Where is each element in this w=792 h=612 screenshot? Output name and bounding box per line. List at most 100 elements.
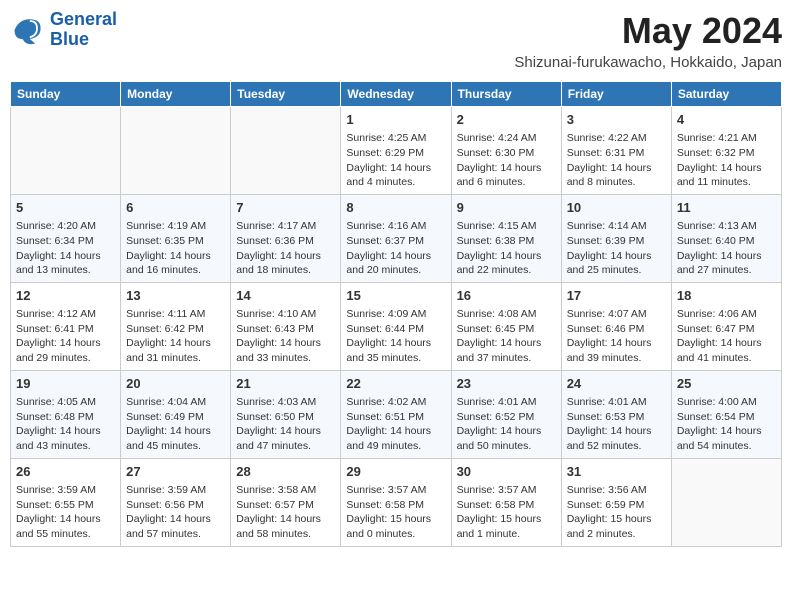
calendar-day-27: 27 Sunrise: 3:59 AM Sunset: 6:56 PM Dayli…: [121, 458, 231, 546]
day-number: 25: [677, 375, 776, 393]
day-number: 1: [346, 111, 445, 129]
day-info: Sunrise: 3:57 AM Sunset: 6:58 PM Dayligh…: [346, 483, 445, 542]
day-number: 9: [457, 199, 556, 217]
col-header-friday: Friday: [561, 82, 671, 107]
calendar-week-row: 5Sunrise: 4:20 AM Sunset: 6:34 PM Daylig…: [11, 194, 782, 282]
calendar-week-row: 19 Sunrise: 4:05 AM Sunset: 6:48 PM Dayli…: [11, 370, 782, 458]
day-info: Sunrise: 4:04 AM Sunset: 6:49 PM Dayligh…: [126, 395, 225, 454]
day-number: 17: [567, 287, 666, 305]
calendar-empty-cell: [121, 107, 231, 195]
day-info: Sunrise: 3:56 AM Sunset: 6:59 PM Dayligh…: [567, 483, 666, 542]
day-info: Sunrise: 4:01 AM Sunset: 6:52 PM Dayligh…: [457, 395, 556, 454]
calendar-table: SundayMondayTuesdayWednesdayThursdayFrid…: [10, 81, 782, 547]
calendar-day-19: 19 Sunrise: 4:05 AM Sunset: 6:48 PM Dayli…: [11, 370, 121, 458]
day-number: 4: [677, 111, 776, 129]
title-block: May 2024 Shizunai-furukawacho, Hokkaido,…: [514, 10, 782, 71]
col-header-thursday: Thursday: [451, 82, 561, 107]
day-number: 30: [457, 463, 556, 481]
day-number: 12: [16, 287, 115, 305]
col-header-saturday: Saturday: [671, 82, 781, 107]
day-info: Sunrise: 4:03 AM Sunset: 6:50 PM Dayligh…: [236, 395, 335, 454]
month-title: May 2024: [514, 10, 782, 52]
calendar-day-11: 11 Sunrise: 4:13 AM Sunset: 6:40 PM Dayli…: [671, 194, 781, 282]
calendar-day-6: 6Sunrise: 4:19 AM Sunset: 6:35 PM Daylig…: [121, 194, 231, 282]
day-number: 24: [567, 375, 666, 393]
calendar-day-31: 31Sunrise: 3:56 AM Sunset: 6:59 PM Dayli…: [561, 458, 671, 546]
calendar-day-3: 3 Sunrise: 4:22 AM Sunset: 6:31 PM Daylig…: [561, 107, 671, 195]
day-info: Sunrise: 4:01 AM Sunset: 6:53 PM Dayligh…: [567, 395, 666, 454]
calendar-day-17: 17 Sunrise: 4:07 AM Sunset: 6:46 PM Dayli…: [561, 282, 671, 370]
calendar-day-25: 25 Sunrise: 4:00 AM Sunset: 6:54 PM Dayli…: [671, 370, 781, 458]
calendar-day-12: 12 Sunrise: 4:12 AM Sunset: 6:41 PM Dayli…: [11, 282, 121, 370]
logo-text: General Blue: [50, 10, 117, 50]
day-info: Sunrise: 4:08 AM Sunset: 6:45 PM Dayligh…: [457, 307, 556, 366]
calendar-day-21: 21 Sunrise: 4:03 AM Sunset: 6:50 PM Dayli…: [231, 370, 341, 458]
calendar-empty-cell: [11, 107, 121, 195]
day-info: Sunrise: 4:07 AM Sunset: 6:46 PM Dayligh…: [567, 307, 666, 366]
day-info: Sunrise: 4:17 AM Sunset: 6:36 PM Dayligh…: [236, 219, 335, 278]
calendar-day-29: 29 Sunrise: 3:57 AM Sunset: 6:58 PM Dayli…: [341, 458, 451, 546]
day-info: Sunrise: 3:57 AM Sunset: 6:58 PM Dayligh…: [457, 483, 556, 542]
day-info: Sunrise: 4:06 AM Sunset: 6:47 PM Dayligh…: [677, 307, 776, 366]
calendar-day-16: 16Sunrise: 4:08 AM Sunset: 6:45 PM Dayli…: [451, 282, 561, 370]
day-info: Sunrise: 4:12 AM Sunset: 6:41 PM Dayligh…: [16, 307, 115, 366]
calendar-week-row: 1 Sunrise: 4:25 AM Sunset: 6:29 PM Daylig…: [11, 107, 782, 195]
calendar-empty-cell: [671, 458, 781, 546]
day-number: 29: [346, 463, 445, 481]
calendar-day-8: 8 Sunrise: 4:16 AM Sunset: 6:37 PM Daylig…: [341, 194, 451, 282]
day-number: 23: [457, 375, 556, 393]
day-info: Sunrise: 4:10 AM Sunset: 6:43 PM Dayligh…: [236, 307, 335, 366]
day-number: 27: [126, 463, 225, 481]
calendar-day-23: 23 Sunrise: 4:01 AM Sunset: 6:52 PM Dayli…: [451, 370, 561, 458]
day-info: Sunrise: 4:11 AM Sunset: 6:42 PM Dayligh…: [126, 307, 225, 366]
day-info: Sunrise: 3:59 AM Sunset: 6:56 PM Dayligh…: [126, 483, 225, 542]
day-number: 8: [346, 199, 445, 217]
day-info: Sunrise: 3:59 AM Sunset: 6:55 PM Dayligh…: [16, 483, 115, 542]
day-number: 13: [126, 287, 225, 305]
day-number: 10: [567, 199, 666, 217]
day-info: Sunrise: 3:58 AM Sunset: 6:57 PM Dayligh…: [236, 483, 335, 542]
day-number: 18: [677, 287, 776, 305]
col-header-monday: Monday: [121, 82, 231, 107]
day-number: 15: [346, 287, 445, 305]
calendar-day-7: 7 Sunrise: 4:17 AM Sunset: 6:36 PM Daylig…: [231, 194, 341, 282]
calendar-empty-cell: [231, 107, 341, 195]
day-number: 20: [126, 375, 225, 393]
day-number: 21: [236, 375, 335, 393]
day-number: 26: [16, 463, 115, 481]
calendar-day-2: 2Sunrise: 4:24 AM Sunset: 6:30 PM Daylig…: [451, 107, 561, 195]
logo-icon: [10, 12, 46, 48]
calendar-day-5: 5Sunrise: 4:20 AM Sunset: 6:34 PM Daylig…: [11, 194, 121, 282]
col-header-sunday: Sunday: [11, 82, 121, 107]
day-info: Sunrise: 4:24 AM Sunset: 6:30 PM Dayligh…: [457, 131, 556, 190]
day-number: 5: [16, 199, 115, 217]
day-number: 3: [567, 111, 666, 129]
day-number: 7: [236, 199, 335, 217]
day-info: Sunrise: 4:00 AM Sunset: 6:54 PM Dayligh…: [677, 395, 776, 454]
calendar-week-row: 12 Sunrise: 4:12 AM Sunset: 6:41 PM Dayli…: [11, 282, 782, 370]
day-info: Sunrise: 4:14 AM Sunset: 6:39 PM Dayligh…: [567, 219, 666, 278]
calendar-week-row: 26 Sunrise: 3:59 AM Sunset: 6:55 PM Dayli…: [11, 458, 782, 546]
day-info: Sunrise: 4:09 AM Sunset: 6:44 PM Dayligh…: [346, 307, 445, 366]
day-number: 19: [16, 375, 115, 393]
day-info: Sunrise: 4:13 AM Sunset: 6:40 PM Dayligh…: [677, 219, 776, 278]
day-info: Sunrise: 4:21 AM Sunset: 6:32 PM Dayligh…: [677, 131, 776, 190]
day-info: Sunrise: 4:02 AM Sunset: 6:51 PM Dayligh…: [346, 395, 445, 454]
day-number: 14: [236, 287, 335, 305]
calendar-day-20: 20 Sunrise: 4:04 AM Sunset: 6:49 PM Dayli…: [121, 370, 231, 458]
logo: General Blue: [10, 10, 117, 50]
col-header-wednesday: Wednesday: [341, 82, 451, 107]
calendar-day-10: 10 Sunrise: 4:14 AM Sunset: 6:39 PM Dayli…: [561, 194, 671, 282]
location-title: Shizunai-furukawacho, Hokkaido, Japan: [514, 54, 782, 71]
day-info: Sunrise: 4:22 AM Sunset: 6:31 PM Dayligh…: [567, 131, 666, 190]
day-number: 11: [677, 199, 776, 217]
day-info: Sunrise: 4:16 AM Sunset: 6:37 PM Dayligh…: [346, 219, 445, 278]
day-info: Sunrise: 4:05 AM Sunset: 6:48 PM Dayligh…: [16, 395, 115, 454]
calendar-day-28: 28 Sunrise: 3:58 AM Sunset: 6:57 PM Dayli…: [231, 458, 341, 546]
calendar-day-13: 13 Sunrise: 4:11 AM Sunset: 6:42 PM Dayli…: [121, 282, 231, 370]
day-number: 28: [236, 463, 335, 481]
calendar-day-18: 18 Sunrise: 4:06 AM Sunset: 6:47 PM Dayli…: [671, 282, 781, 370]
day-info: Sunrise: 4:25 AM Sunset: 6:29 PM Dayligh…: [346, 131, 445, 190]
calendar-day-24: 24 Sunrise: 4:01 AM Sunset: 6:53 PM Dayli…: [561, 370, 671, 458]
day-number: 6: [126, 199, 225, 217]
